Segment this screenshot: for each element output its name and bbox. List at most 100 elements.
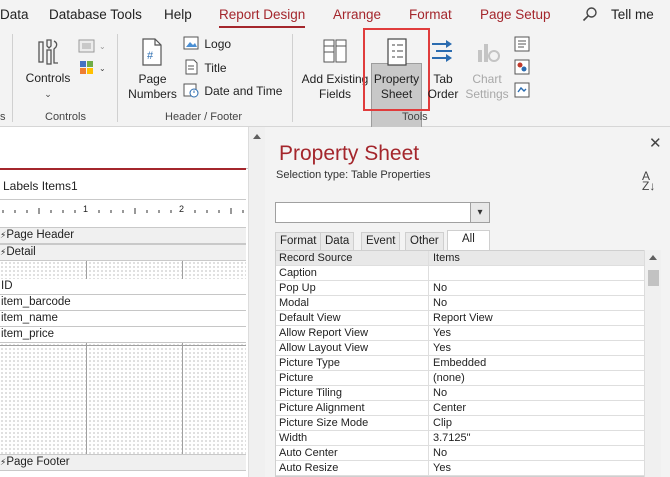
chart-settings-label-1: Chart [472, 72, 502, 86]
property-value[interactable]: Yes [430, 461, 645, 476]
field-label: item_price [1, 328, 55, 340]
tab-order-label-1: Tab [433, 72, 453, 86]
scroll-up-arrow-icon[interactable] [649, 255, 657, 260]
tell-me-box[interactable]: Tell me [611, 7, 654, 22]
ruler-ticks [2, 208, 244, 214]
design-vertical-scrollbar[interactable] [248, 127, 265, 477]
property-row[interactable]: Picture Tiling No [276, 386, 645, 401]
scroll-up-arrow-icon[interactable] [253, 134, 261, 139]
property-value[interactable]: 3.7125" [430, 431, 645, 446]
field-control-id[interactable]: ID [0, 279, 246, 295]
property-name: Picture Type [276, 356, 429, 371]
tab-help[interactable]: Help [164, 7, 192, 22]
tab-order-button[interactable]: Tab Order [424, 38, 462, 104]
field-control-item-price[interactable]: item_price [0, 327, 246, 343]
property-row[interactable]: Width 3.7125" [276, 431, 645, 446]
section-detail[interactable]: ⚡Detail [0, 244, 246, 261]
tab-page-setup[interactable]: Page Setup [480, 7, 551, 22]
property-scrollbar[interactable] [644, 250, 661, 477]
property-row[interactable]: Allow Layout View Yes [276, 341, 645, 356]
property-value[interactable]: Clip [430, 416, 645, 431]
property-row[interactable]: Picture Type Embedded [276, 356, 645, 371]
tab-format[interactable]: Format [275, 232, 322, 250]
property-value[interactable] [430, 266, 645, 281]
property-value[interactable]: No [430, 296, 645, 311]
property-row[interactable]: Picture Alignment Center [276, 401, 645, 416]
date-time-label: Date and Time [204, 83, 283, 98]
tab-event[interactable]: Event [361, 232, 401, 250]
property-row[interactable]: Caption [276, 266, 645, 281]
property-value[interactable]: Center [430, 401, 645, 416]
title-icon [183, 59, 199, 78]
property-value[interactable]: Yes [430, 326, 645, 341]
chart-settings-button[interactable]: Chart Settings [463, 38, 511, 104]
property-row[interactable]: Picture Size Mode Clip [276, 416, 645, 431]
ribbon-tab-bar: Data Database Tools Help Report Design A… [0, 0, 670, 30]
chart-settings-icon [475, 38, 501, 68]
property-sheet-pane: Property Sheet Selection type: Table Pro… [265, 127, 670, 477]
property-row[interactable]: Auto Resize Yes [276, 461, 645, 476]
detail-grid-top[interactable] [0, 261, 246, 279]
insert-image-button[interactable]: ⌄ [78, 38, 106, 57]
tab-other[interactable]: Other [405, 232, 444, 250]
section-page-footer[interactable]: ⚡Page Footer [0, 454, 246, 471]
subreport-icon[interactable] [514, 59, 530, 78]
property-name: Auto Resize [276, 461, 429, 476]
controls-button[interactable]: Controls ⌄ [24, 38, 72, 104]
property-row[interactable]: Auto Center No [276, 446, 645, 461]
tab-arrange[interactable]: Arrange [333, 7, 381, 22]
tab-data[interactable]: Data [320, 232, 355, 250]
page-numbers-button[interactable]: # Page Numbers [125, 38, 180, 104]
convert-macros-icon[interactable] [514, 82, 530, 101]
document-tab-labels-items1[interactable]: Labels Items1 [0, 168, 246, 200]
property-row[interactable]: Default View Report View [276, 311, 645, 326]
property-value[interactable]: (none) [430, 371, 645, 386]
property-row[interactable]: Record Source Items [276, 251, 645, 266]
property-value[interactable]: Embedded [430, 356, 645, 371]
property-value[interactable]: No [430, 386, 645, 401]
sort-az-icon[interactable]: A Z↓ [642, 170, 655, 192]
detail-grid-bottom[interactable] [0, 343, 246, 454]
property-name: Allow Layout View [276, 341, 429, 356]
tab-all[interactable]: All [447, 230, 490, 250]
title-button[interactable]: Title [183, 59, 227, 78]
property-name: Picture [276, 371, 429, 386]
chevron-down-icon[interactable]: ▾ [470, 203, 489, 222]
horizontal-ruler[interactable]: 1 2 [0, 204, 246, 218]
view-code-icon[interactable] [514, 36, 530, 55]
property-row[interactable]: Modal No [276, 296, 645, 311]
logo-button[interactable]: Logo [183, 36, 231, 53]
property-value[interactable]: No [430, 281, 645, 296]
property-name: Allow Report View [276, 326, 429, 341]
insert-activex-button[interactable]: ⌄ [78, 59, 106, 80]
add-existing-fields-button[interactable]: Add Existing Fields [300, 38, 370, 104]
property-value[interactable]: Yes [430, 341, 645, 356]
search-icon[interactable] [582, 6, 598, 25]
property-value[interactable]: Report View [430, 311, 645, 326]
chart-settings-label-2: Settings [465, 87, 509, 101]
tab-data[interactable]: Data [0, 7, 29, 22]
close-icon[interactable]: ✕ [649, 134, 662, 152]
scroll-thumb[interactable] [648, 270, 659, 286]
selection-combo[interactable]: ▾ [275, 202, 490, 223]
field-control-item-barcode[interactable]: item_barcode [0, 295, 246, 311]
property-row[interactable]: Picture (none) [276, 371, 645, 386]
field-control-item-name[interactable]: item_name [0, 311, 246, 327]
group-separator [117, 34, 118, 122]
logo-icon [183, 36, 199, 53]
section-page-header[interactable]: ⚡Page Header [0, 227, 246, 244]
property-row[interactable]: Allow Report View Yes [276, 326, 645, 341]
calendar-clock-icon [183, 82, 199, 101]
tab-format[interactable]: Format [409, 7, 452, 22]
property-value[interactable]: Items [430, 251, 645, 266]
date-time-button[interactable]: Date and Time [183, 82, 282, 101]
property-row[interactable]: Pop Up No [276, 281, 645, 296]
property-name: Picture Tiling [276, 386, 429, 401]
property-value[interactable]: No [430, 446, 645, 461]
tab-database-tools[interactable]: Database Tools [49, 7, 142, 22]
property-name: Record Source [276, 251, 429, 266]
svg-text:⌄: ⌄ [99, 64, 106, 73]
add-fields-icon [322, 38, 348, 68]
tab-report-design[interactable]: Report Design [219, 7, 306, 28]
property-name: Auto Center [276, 446, 429, 461]
